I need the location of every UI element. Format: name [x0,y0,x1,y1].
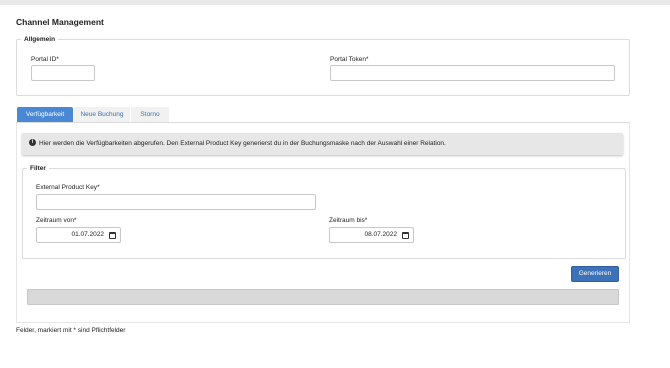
allgemein-legend: Allgemein [24,36,56,43]
external-product-key-input[interactable] [36,194,316,210]
filter-fieldset: Filter [22,165,626,259]
portal-id-input[interactable] [31,65,95,81]
info-alert: i Hier werden die Verfügbarkeiten abgeruf… [22,133,623,155]
calendar-icon[interactable] [109,232,116,239]
filter-legend: Filter [30,165,46,172]
tab-storno[interactable]: Storno [131,107,169,123]
zeitraum-von-value: 01.07.2022 [71,231,104,238]
portal-token-label: Portal Token* [330,56,369,63]
zeitraum-bis-date-input[interactable]: 08.07.2022 [329,227,414,243]
zeitraum-von-label: Zeitraum von* [36,217,77,224]
tab-bar: Verfügbarkeit Neue Buchung Storno [16,107,630,123]
zeitraum-bis-label: Zeitraum bis* [329,217,368,224]
generate-button[interactable]: Generieren [571,266,619,282]
info-icon: i [29,138,36,146]
calendar-icon[interactable] [402,232,409,239]
zeitraum-von-date-input[interactable]: 01.07.2022 [36,227,121,243]
external-product-key-label: External Product Key* [36,184,100,191]
top-bar [0,0,670,5]
portal-token-input[interactable] [330,65,615,81]
portal-id-label: Portal ID* [31,56,59,63]
required-fields-note: Felder, markiert mit * sind Pflichtfelde… [16,327,126,334]
progress-bar [27,289,619,305]
zeitraum-bis-value: 08.07.2022 [364,231,397,238]
info-message: Hier werden die Verfügbarkeiten abgerufe… [39,140,446,147]
tab-neue-buchung[interactable]: Neue Buchung [74,107,130,123]
page-title: Channel Management [16,17,104,27]
tab-verfuegbarkeit[interactable]: Verfügbarkeit [17,107,73,123]
